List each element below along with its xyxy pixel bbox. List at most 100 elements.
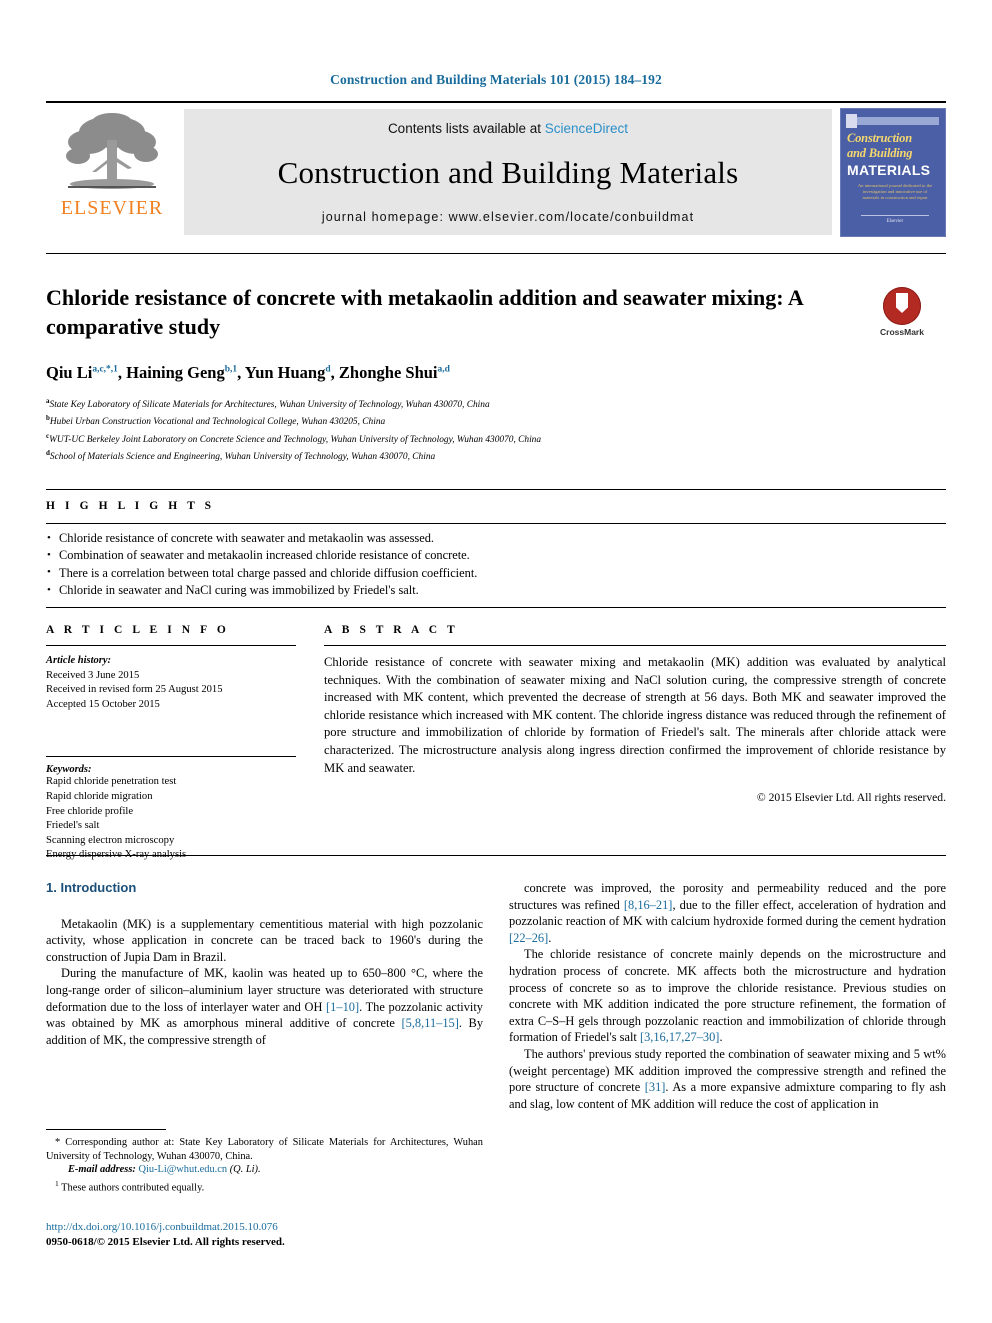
issn-copyright-line: 0950-0618/© 2015 Elsevier Ltd. All right… — [46, 1235, 285, 1248]
email-link[interactable]: Qiu-Li@whut.edu.cn — [138, 1164, 227, 1175]
author-name: Yun Huang — [244, 363, 326, 382]
author-affiliation-marks: a,c,*,1 — [92, 364, 118, 375]
elsevier-logo: ELSEVIER — [46, 106, 178, 239]
intro-paragraphs-left: Metakaolin (MK) is a supplementary cemen… — [46, 916, 483, 1049]
keyword-item: Rapid chloride migration — [46, 790, 153, 802]
article-info-column: A R T I C L E I N F O Article history: R… — [46, 624, 296, 863]
body-paragraph: concrete was improved, the porosity and … — [509, 881, 946, 945]
article-history-lines: Received 3 June 2015 Received in revised … — [46, 669, 296, 713]
journal-cover-thumbnail[interactable]: Construction and Building MATERIALS An i… — [840, 108, 946, 237]
abstract-heading: A B S T R A C T — [324, 624, 459, 636]
affiliation-marker: b — [46, 414, 50, 423]
keywords-label: Keywords: — [46, 764, 92, 776]
author-name: Qiu Li — [46, 363, 93, 382]
body-column-right: concrete was improved, the porosity and … — [509, 880, 946, 1112]
footer-block: http://dx.doi.org/10.1016/j.conbuildmat.… — [46, 1220, 483, 1249]
author-affiliation-marks: b,1 — [224, 364, 238, 375]
citation-link[interactable]: [22–26] — [509, 931, 548, 945]
abstract-text: Chloride resistance of concrete with sea… — [324, 655, 946, 775]
highlights-list: Chloride resistance of concrete with sea… — [46, 529, 926, 600]
keywords-lines: Rapid chloride penetration test Rapid chl… — [46, 775, 296, 863]
elsevier-wordmark: ELSEVIER — [60, 197, 164, 219]
body-paragraph: During the manufacture of MK, kaolin was… — [46, 966, 484, 1047]
citation-link[interactable]: [1–10] — [326, 1000, 359, 1014]
abstract-column: A B S T R A C T Chloride resistance of c… — [324, 624, 946, 804]
citation-link[interactable]: [31] — [645, 1080, 666, 1094]
body-paragraph: The authors' previous study reported the… — [509, 1046, 946, 1111]
citation-link[interactable]: [8,16–21] — [624, 898, 673, 912]
article-info-heading: A R T I C L E I N F O — [46, 624, 230, 636]
article-history-block: Article history: Received 3 June 2015 Rec… — [46, 654, 296, 712]
keyword-item: Free chloride profile — [46, 805, 134, 817]
cover-footer: Elsevier — [861, 215, 929, 224]
keyword-item: Rapid chloride penetration test — [46, 776, 177, 788]
journal-masthead: ELSEVIER Contents lists available at Sci… — [46, 101, 946, 239]
cover-title-line3: MATERIALS — [847, 162, 931, 178]
cover-top-band — [857, 117, 939, 125]
affiliation-list: aState Key Laboratory of Silicate Materi… — [46, 395, 926, 464]
affiliation-item: cWUT-UC Berkeley Joint Laboratory on Con… — [46, 431, 542, 445]
author-name: Haining Geng — [126, 363, 225, 382]
author-affiliation-marks: d — [325, 364, 331, 375]
affiliation-marker: a — [46, 397, 50, 405]
cover-title-line2: and Building — [847, 146, 913, 160]
author-name: Zhonghe Shui — [338, 363, 438, 382]
body-column-left: 1. Introduction Metakaolin (MK) is a sup… — [46, 880, 483, 1048]
crossmark-label: CrossMark — [880, 327, 924, 337]
journal-title: Construction and Building Materials — [277, 155, 739, 190]
email-suffix: (Q. Li). — [229, 1164, 261, 1176]
equal-contribution-text: These authors contributed equally. — [61, 1182, 205, 1194]
article-history-item: Accepted 15 October 2015 — [46, 698, 160, 710]
affiliation-marker: d — [46, 448, 50, 457]
contents-available-line: Contents lists available at ScienceDirec… — [388, 121, 628, 136]
highlight-item: Chloride in seawater and NaCl curing was… — [46, 582, 926, 600]
body-paragraph: The chloride resistance of concrete main… — [509, 947, 946, 1045]
footnote-marker-1: 1 — [55, 1178, 59, 1188]
footnote-divider — [46, 1129, 166, 1130]
email-label: E-mail address: — [68, 1164, 136, 1176]
crossmark-icon — [883, 287, 921, 325]
doi-link[interactable]: http://dx.doi.org/10.1016/j.conbuildmat.… — [46, 1220, 483, 1235]
article-info-rule — [46, 645, 296, 646]
title-divider — [46, 253, 946, 254]
highlights-top-rule — [46, 489, 946, 490]
article-history-item: Received 3 June 2015 — [46, 669, 140, 681]
elsevier-tree-icon — [66, 113, 158, 189]
article-history-item: Received in revised form 25 August 2015 — [46, 684, 223, 696]
footnote-block: * Corresponding author at: State Key Lab… — [46, 1136, 483, 1195]
highlight-item: Chloride resistance of concrete with sea… — [46, 529, 926, 547]
highlights-heading: H I G H L I G H T S — [46, 500, 215, 512]
citation-link[interactable]: [5,8,11–15] — [402, 1016, 459, 1030]
affiliation-item: bHubei Urban Construction Vocational and… — [46, 414, 386, 428]
sciencedirect-link[interactable]: ScienceDirect — [545, 121, 628, 136]
citation-link[interactable]: [3,16,17,27–30] — [640, 1030, 720, 1044]
keyword-item: Scanning electron microscopy — [46, 834, 175, 846]
article-history-label: Article history: — [46, 655, 112, 666]
crossmark-badge-group[interactable]: CrossMark — [858, 287, 946, 337]
cover-blurb: An international journal dedicated to th… — [857, 183, 933, 200]
keywords-block: Keywords: Rapid chloride penetration tes… — [46, 756, 296, 863]
affiliation-item: aState Key Laboratory of Silicate Materi… — [46, 397, 490, 411]
highlights-bottom-rule — [46, 607, 946, 608]
author-list: Qiu Lia,c,*,1, Haining Gengb,1, Yun Huan… — [46, 363, 450, 382]
keyword-item: Friedel's salt — [46, 820, 100, 832]
author-affiliation-marks: a,d — [437, 364, 450, 375]
intro-paragraphs-right: concrete was improved, the porosity and … — [509, 880, 946, 1112]
highlight-item: There is a correlation between total cha… — [46, 564, 926, 582]
running-head: Construction and Building Materials 101 … — [330, 72, 662, 87]
highlight-item: Combination of seawater and metakaolin i… — [46, 547, 926, 565]
corresponding-author-note: * Corresponding author at: State Key Lab… — [46, 1137, 483, 1162]
cover-publisher-mark — [846, 114, 857, 128]
body-paragraph: Metakaolin (MK) is a supplementary cemen… — [46, 916, 483, 964]
journal-homepage-link[interactable]: journal homepage: www.elsevier.com/locat… — [322, 210, 694, 224]
equal-contribution-note: 1 These authors contributed equally. — [46, 1177, 483, 1195]
abstract-rule — [324, 645, 946, 646]
highlights-mid-rule — [46, 523, 946, 524]
abstract-copyright: © 2015 Elsevier Ltd. All rights reserved… — [756, 791, 946, 805]
email-note: E-mail address: Qiu-Li@whut.edu.cn (Q. L… — [46, 1163, 483, 1177]
affiliation-item: dSchool of Materials Science and Enginee… — [46, 448, 436, 463]
contents-prefix: Contents lists available at — [387, 121, 545, 136]
abstract-bottom-rule — [46, 855, 946, 856]
page-title: Chloride resistance of concrete with met… — [46, 285, 803, 339]
affiliation-marker: c — [46, 431, 50, 440]
